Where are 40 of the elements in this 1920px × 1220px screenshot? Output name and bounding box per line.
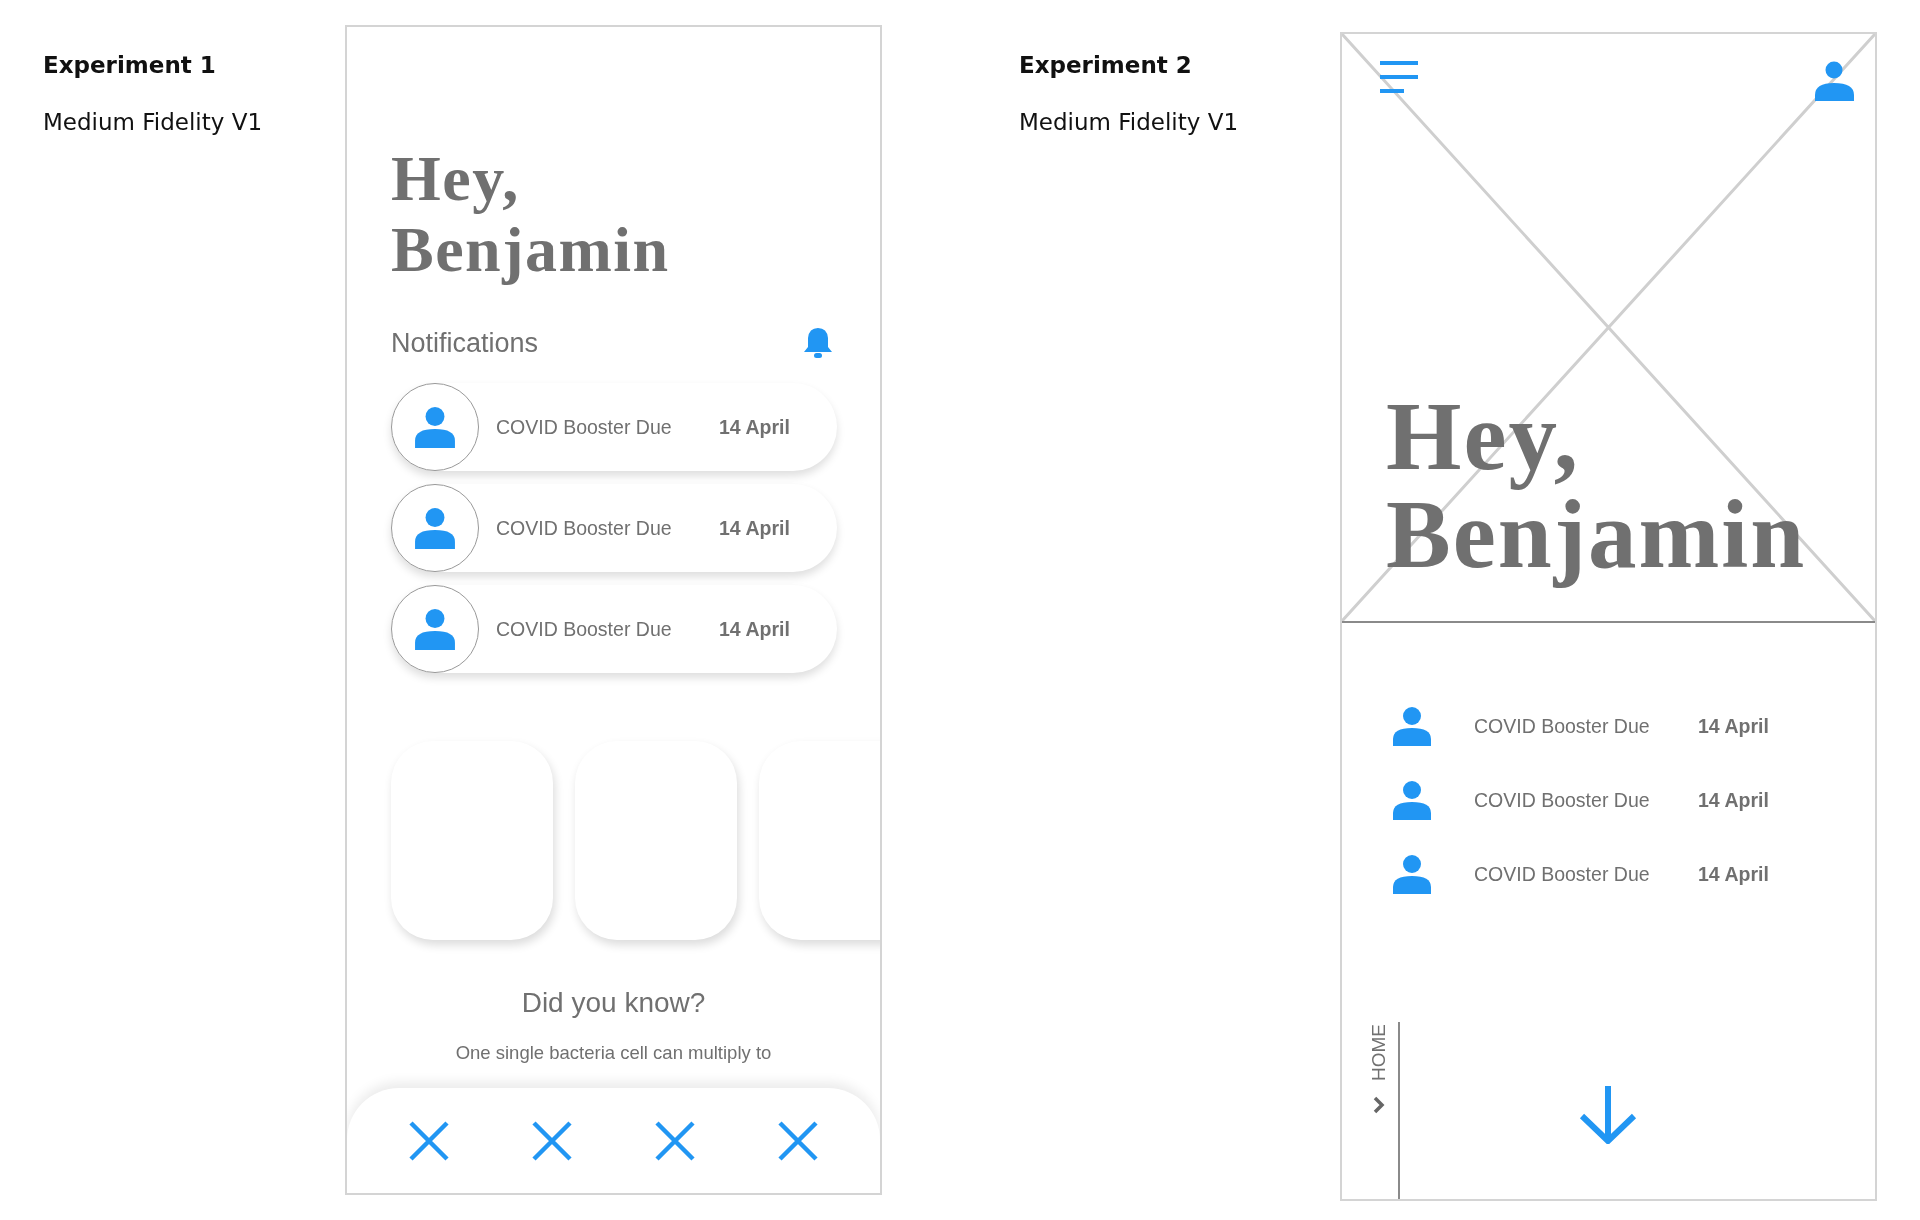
bell-icon[interactable] [803,326,833,360]
notification-card[interactable]: COVID Booster Due 14 April [391,383,837,471]
notification-date: 14 April [1698,862,1769,886]
chevron-icon[interactable] [1373,1096,1385,1114]
close-icon[interactable] [408,1119,450,1162]
notification-text: COVID Booster Due [496,415,673,439]
home-tab[interactable]: HOME [1368,1024,1390,1081]
notification-text: COVID Booster Due [1474,788,1651,812]
notification-text: COVID Booster Due [496,516,673,540]
notification-date: 14 April [1698,788,1769,812]
section-title: Did you know? [521,986,706,1020]
notification-card[interactable]: COVID Booster Due 14 April [391,585,837,673]
person-icon [414,507,456,549]
experiment-title: Experiment 1 [43,52,217,78]
fact-paragraph: One single bacteria cell can multiply to [454,1041,773,1065]
greeting-heading: Hey, Benjamin [391,143,671,285]
experiment-title: Experiment 2 [1019,52,1193,78]
close-icon[interactable] [531,1119,573,1162]
down-arrow-icon[interactable] [1577,1084,1638,1144]
notification-text: COVID Booster Due [496,617,673,641]
menu-icon[interactable] [1380,61,1418,94]
close-icon[interactable] [777,1119,819,1162]
notification-card[interactable]: COVID Booster Due 14 April [391,484,837,572]
notification-date: 14 April [719,617,790,641]
notification-text: COVID Booster Due [1474,862,1651,886]
person-icon [1392,854,1432,894]
person-icon [414,406,456,448]
greeting-heading: Hey, Benjamin [1385,388,1808,590]
person-icon [1392,780,1432,820]
notification-date: 14 April [719,516,790,540]
experiment-subtitle: Medium Fidelity V1 [43,109,264,135]
notification-date: 14 April [719,415,790,439]
profile-icon[interactable] [1815,61,1855,101]
section-title: Notifications [391,327,539,360]
close-icon[interactable] [654,1119,696,1162]
experiment-subtitle: Medium Fidelity V1 [1019,109,1240,135]
person-icon [1392,706,1432,746]
notification-text: COVID Booster Due [1474,714,1651,738]
person-icon [414,608,456,650]
notification-date: 14 April [1698,714,1769,738]
